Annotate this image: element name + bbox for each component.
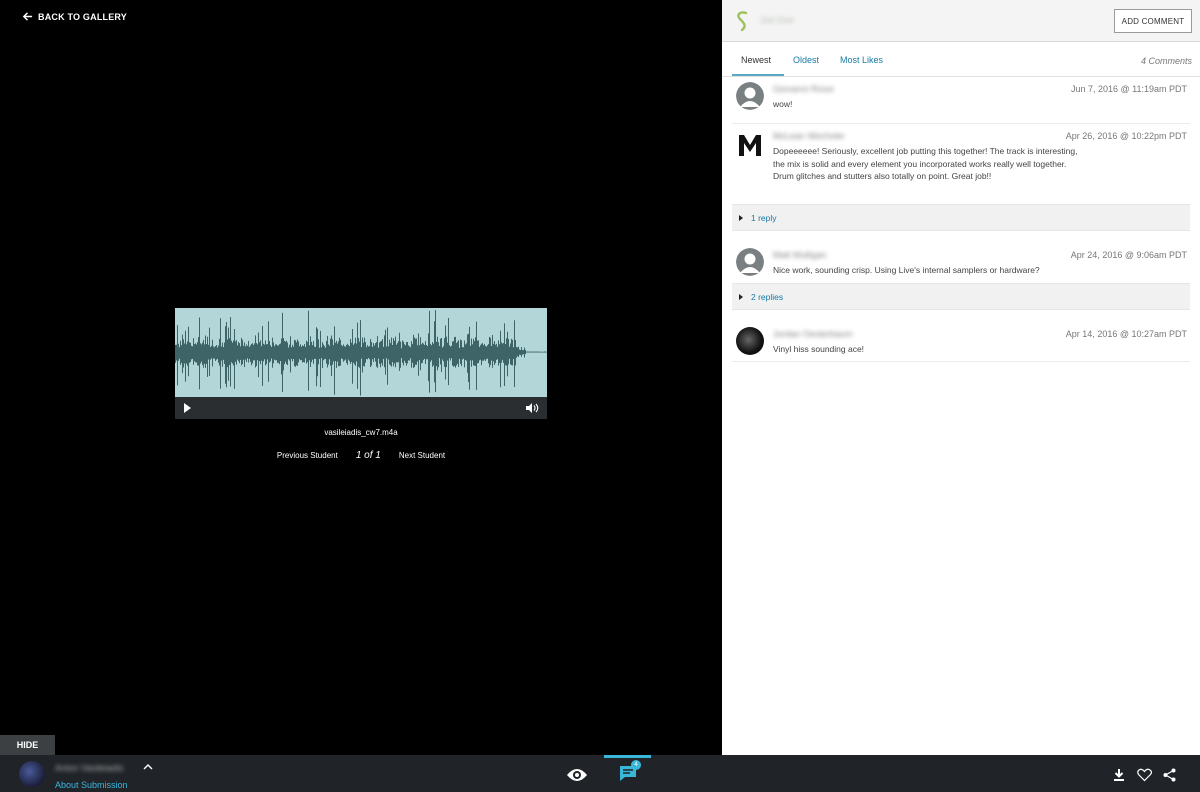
heart-icon[interactable]: [1137, 768, 1152, 782]
next-student-link[interactable]: Next Student: [399, 451, 445, 460]
sort-tabs: Newest Oldest Most Likes 4 Comments: [722, 42, 1200, 77]
eye-icon[interactable]: [566, 767, 588, 783]
m-logo-avatar-icon: [739, 135, 761, 156]
replies-toggle[interactable]: 1 reply: [732, 204, 1190, 231]
student-pager: Previous Student 1 of 1 Next Student: [175, 450, 547, 461]
arrow-left-icon: [22, 12, 33, 21]
avatar: [736, 248, 764, 276]
comment-date: Jun 7, 2016 @ 11:19am PDT: [1070, 84, 1187, 94]
comment-date: Apr 26, 2016 @ 10:22pm PDT: [1065, 131, 1187, 141]
media-stage: BACK TO GALLERY vasileiadis_cw7.m4a Prev…: [0, 0, 722, 755]
avatar[interactable]: [19, 761, 45, 787]
waveform[interactable]: [175, 308, 547, 397]
comments-tab-indicator: [604, 755, 651, 758]
comment-text: Nice work, sounding crisp. Using Live's …: [773, 265, 1040, 275]
bottom-toolbar: Anton Vasileiadis About Submission 4: [0, 755, 1200, 792]
tab-oldest[interactable]: Oldest: [793, 55, 819, 65]
about-submission-link[interactable]: About Submission: [55, 780, 128, 790]
previous-student-link[interactable]: Previous Student: [277, 451, 338, 460]
comment-author[interactable]: Jordan Oesterbaum: [773, 329, 853, 339]
comment-author[interactable]: Giovanni Rossi: [773, 84, 834, 94]
comment-date: Apr 24, 2016 @ 9:06am PDT: [1070, 250, 1187, 260]
add-comment-button[interactable]: ADD COMMENT: [1114, 9, 1192, 33]
default-avatar-icon: [736, 248, 764, 276]
comment-item: Matt Mulligan Apr 24, 2016 @ 9:06am PDT …: [732, 241, 1190, 283]
share-icon[interactable]: [1163, 768, 1176, 782]
player-controls: [175, 397, 547, 419]
play-icon[interactable]: [184, 403, 191, 413]
comment-text: wow!: [773, 99, 793, 109]
download-icon[interactable]: [1113, 768, 1125, 782]
audio-player: [175, 308, 547, 419]
student-name[interactable]: Anton Vasileiadis: [55, 763, 123, 773]
comment-item: Jordan Oesterbaum Apr 14, 2016 @ 10:27am…: [732, 320, 1190, 362]
student-position: 1 of 1: [355, 450, 381, 461]
comments-panel: Joe Doe ADD COMMENT Newest Oldest Most L…: [722, 0, 1200, 755]
brand-logo-icon: [737, 11, 748, 32]
waveform-path: [175, 310, 547, 396]
comment-count-badge: 4: [631, 760, 641, 770]
comment-author[interactable]: McLean Wechsler: [773, 131, 845, 141]
avatar: [736, 327, 764, 355]
file-name: vasileiadis_cw7.m4a: [324, 428, 398, 437]
comment-date: Apr 14, 2016 @ 10:27am PDT: [1065, 329, 1187, 339]
replies-label: 2 replies: [751, 292, 784, 302]
comment-count: 4 Comments: [1140, 56, 1192, 66]
replies-label: 1 reply: [751, 213, 777, 223]
chevron-up-icon[interactable]: [143, 763, 153, 771]
comment-text: Vinyl hiss sounding ace!: [773, 344, 865, 354]
comment-author[interactable]: Matt Mulligan: [773, 250, 827, 260]
caret-right-icon: [739, 294, 743, 300]
default-avatar-icon: [736, 82, 764, 110]
caret-right-icon: [739, 215, 743, 221]
tab-newest[interactable]: Newest: [741, 55, 771, 65]
back-to-gallery-label: BACK TO GALLERY: [38, 11, 128, 22]
panel-header: Joe Doe ADD COMMENT: [722, 0, 1200, 42]
avatar: [736, 130, 764, 158]
hide-button[interactable]: HIDE: [0, 735, 55, 755]
comment-text: Dopeeeeee! Seriously, excellent job putt…: [773, 146, 1078, 181]
current-user-name: Joe Doe: [760, 15, 794, 25]
tab-most-likes[interactable]: Most Likes: [840, 55, 883, 65]
back-to-gallery-link[interactable]: BACK TO GALLERY: [22, 11, 127, 22]
avatar: [736, 82, 764, 110]
comment-item: Giovanni Rossi Jun 7, 2016 @ 11:19am PDT…: [732, 78, 1190, 124]
volume-icon[interactable]: [525, 402, 539, 414]
replies-toggle[interactable]: 2 replies: [732, 283, 1190, 310]
comment-item: McLean Wechsler Apr 26, 2016 @ 10:22pm P…: [732, 124, 1190, 205]
active-tab-indicator: [732, 74, 784, 76]
